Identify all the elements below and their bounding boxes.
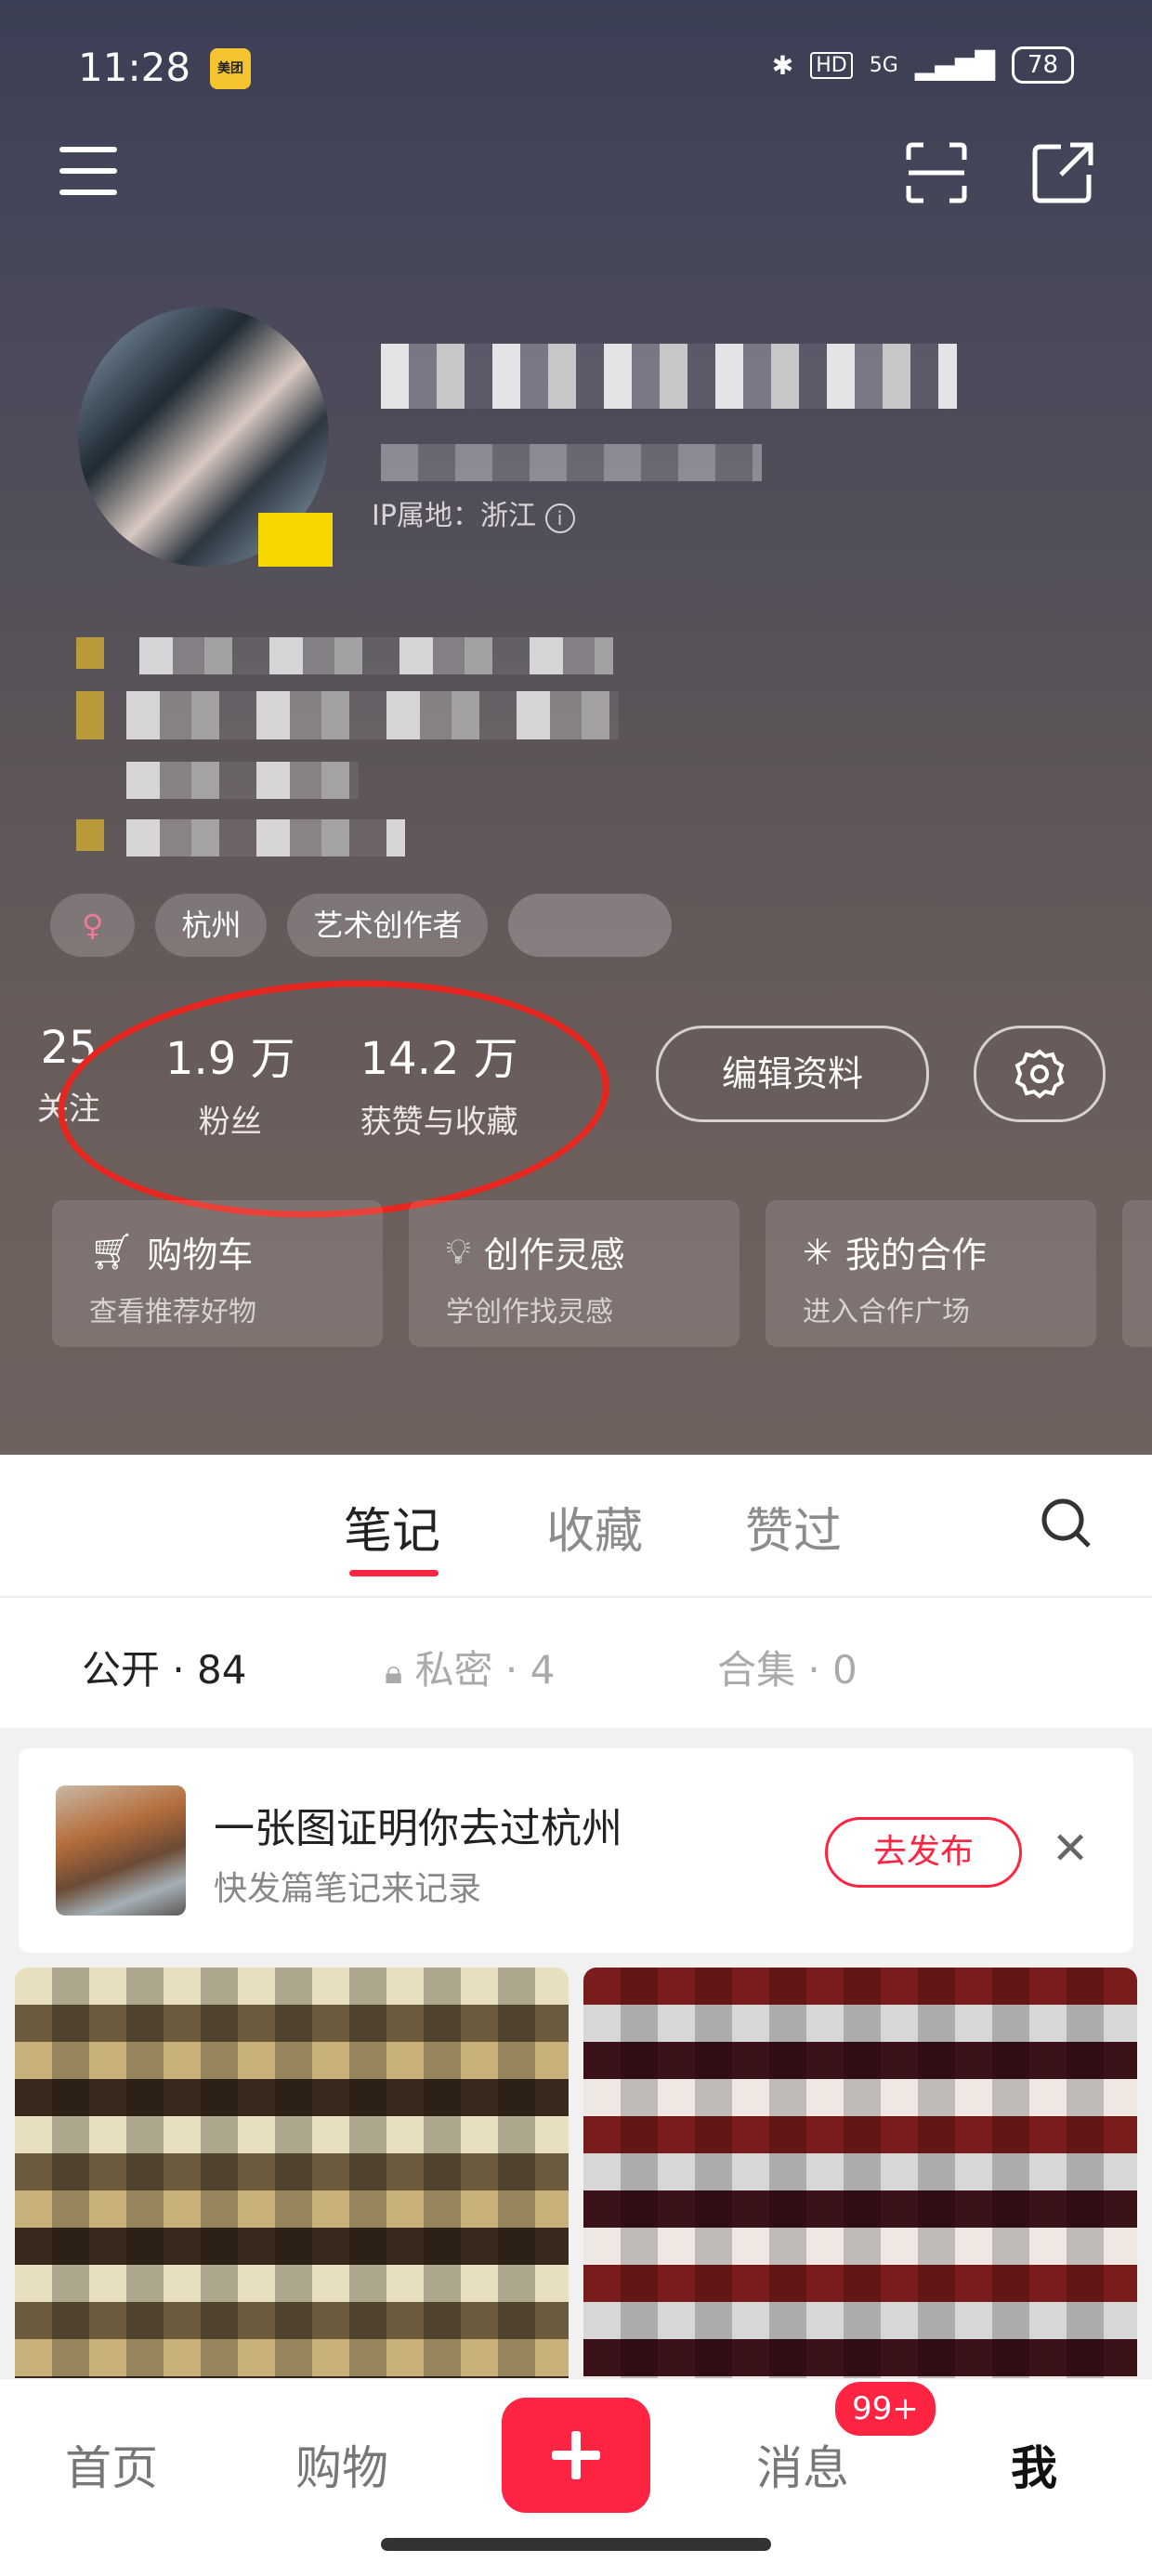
share-icon[interactable] <box>1029 139 1096 206</box>
post-prompt-card[interactable]: 一张图证明你去过杭州 快发篇笔记来记录 去发布 ✕ <box>19 1748 1133 1953</box>
cooperation-card-sub: 进入合作广场 <box>803 1296 970 1328</box>
signal-icon: ▂▄▆█ <box>914 49 995 81</box>
content-tabs: 笔记 收藏 赞过 <box>0 1455 1152 1598</box>
lock-icon: 🔒︎ <box>385 1654 403 1692</box>
bio-icon <box>76 819 104 851</box>
status-bar: 11:28 美团 ✱ HD 5G ▂▄▆█ 78 <box>0 0 1152 139</box>
profile-header: 11:28 美团 ✱ HD 5G ▂▄▆█ 78 IP属地：浙江 i ♀ 杭州 … <box>0 0 1152 1455</box>
message-badge: 99+ <box>832 2379 938 2439</box>
avatar-badge <box>258 513 333 567</box>
nav-me[interactable]: 我 <box>1011 2431 1057 2498</box>
gear-icon <box>1015 1049 1065 1099</box>
bio-line <box>139 637 613 674</box>
ip-location-text: IP属地：浙江 <box>372 500 536 532</box>
prompt-subtitle: 快发篇笔记来记录 <box>214 1870 482 1908</box>
profile-tags: ♀ 杭州 艺术创作者 <box>50 894 673 957</box>
filter-public[interactable]: 公开 · 84 <box>82 1639 247 1695</box>
occupation-tag[interactable]: 艺术创作者 <box>287 894 489 957</box>
network-label: 5G <box>869 53 898 77</box>
active-tab-indicator <box>349 1570 439 1576</box>
prompt-thumbnail <box>56 1785 186 1916</box>
bio-line <box>126 819 405 856</box>
bio-icon <box>76 691 104 739</box>
filter-private-label: 私密 · 4 <box>414 1647 556 1693</box>
gender-tag: ♀ <box>50 894 136 957</box>
tab-liked[interactable]: 赞过 <box>745 1492 842 1562</box>
sparkle-icon: ✳ <box>803 1231 832 1273</box>
close-icon[interactable]: ✕ <box>1052 1826 1089 1871</box>
status-time: 11:28 <box>78 45 191 90</box>
bio-line <box>126 762 359 799</box>
ip-location[interactable]: IP属地：浙江 i <box>372 492 575 533</box>
cart-icon: 🛒︎ <box>89 1231 135 1272</box>
search-icon[interactable] <box>1039 1496 1094 1551</box>
bluetooth-icon: ✱ <box>771 49 794 81</box>
cart-card[interactable]: 🛒︎ 购物车 查看推荐好物 <box>52 1200 383 1347</box>
menu-icon[interactable] <box>59 147 117 195</box>
tab-collections[interactable]: 收藏 <box>546 1492 643 1562</box>
cart-card-sub: 查看推荐好物 <box>89 1296 256 1328</box>
settings-button[interactable] <box>974 1026 1106 1122</box>
publish-button[interactable]: 去发布 <box>825 1817 1022 1888</box>
feature-cards: 🛒︎ 购物车 查看推荐好物 💡︎ 创作灵感 学创作找灵感 ✳ 我的合作 进入合作广场 <box>52 1200 1152 1347</box>
bulb-icon: 💡︎ <box>446 1231 471 1272</box>
user-id-blurred <box>381 444 762 481</box>
cart-card-title: 购物车 <box>147 1235 254 1275</box>
visibility-filter: 公开 · 84 🔒︎ 私密 · 4 合集 · 0 <box>0 1598 1152 1728</box>
hd-icon: HD <box>810 51 853 79</box>
scan-icon[interactable] <box>903 139 970 206</box>
location-tag[interactable]: 杭州 <box>155 894 268 957</box>
more-card[interactable] <box>1122 1200 1152 1347</box>
battery-indicator: 78 <box>1011 46 1074 84</box>
info-icon[interactable]: i <box>544 503 575 533</box>
inspiration-card[interactable]: 💡︎ 创作灵感 学创作找灵感 <box>409 1200 740 1347</box>
bio-line <box>126 691 619 739</box>
inspiration-card-sub: 学创作找灵感 <box>446 1296 613 1328</box>
blurred-tag <box>508 894 673 957</box>
home-indicator[interactable] <box>381 2538 771 2551</box>
nickname-blurred <box>381 344 957 409</box>
bio-icon <box>76 637 104 669</box>
nav-home[interactable]: 首页 <box>65 2431 158 2498</box>
nav-messages[interactable]: 消息 <box>756 2431 849 2498</box>
tab-notes[interactable]: 笔记 <box>344 1492 440 1562</box>
prompt-title: 一张图证明你去过杭州 <box>214 1805 622 1852</box>
cooperation-card[interactable]: ✳ 我的合作 进入合作广场 <box>766 1200 1096 1347</box>
filter-private[interactable]: 🔒︎ 私密 · 4 <box>385 1639 555 1695</box>
cooperation-card-title: 我的合作 <box>844 1235 987 1275</box>
edit-profile-button[interactable]: 编辑资料 <box>656 1026 929 1122</box>
create-post-button[interactable] <box>502 2398 650 2513</box>
red-circle-annotation <box>51 966 616 1232</box>
filter-collections[interactable]: 合集 · 0 <box>717 1639 857 1695</box>
inspiration-card-title: 创作灵感 <box>483 1235 625 1275</box>
nav-shop[interactable]: 购物 <box>295 2431 388 2498</box>
meituan-app-icon: 美团 <box>210 48 251 89</box>
status-indicators: ✱ HD 5G ▂▄▆█ 78 <box>772 46 1074 84</box>
